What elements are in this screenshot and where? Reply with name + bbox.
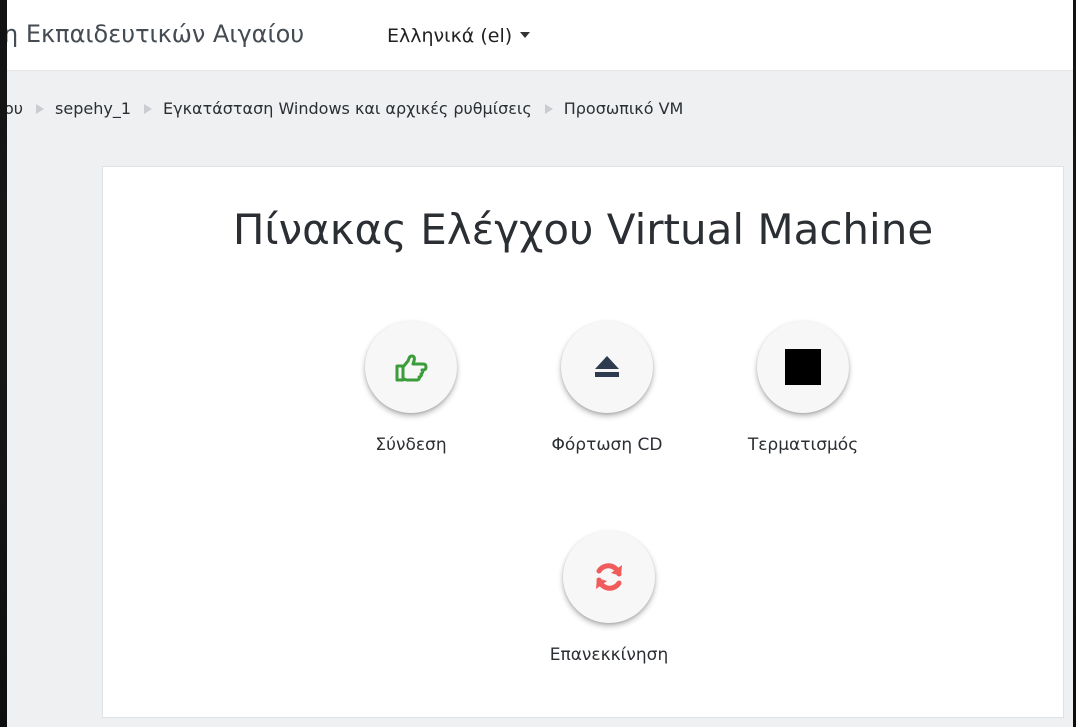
caret-down-icon	[520, 31, 531, 38]
load-cd-button[interactable]	[561, 321, 653, 413]
shutdown-label: Τερματισμός	[747, 435, 859, 455]
language-label: Ελληνικά (el)	[387, 25, 513, 47]
thumbs-up-icon	[395, 354, 428, 382]
breadcrumb-item-course[interactable]: sepehy_1	[55, 99, 131, 118]
load-cd-label: Φόρτωση CD	[551, 435, 663, 455]
shutdown-button[interactable]	[757, 321, 849, 413]
refresh-icon	[596, 563, 622, 591]
restart-control: Επανεκκίνηση	[529, 531, 689, 665]
breadcrumb-separator-icon	[544, 104, 553, 114]
breadcrumb-separator-icon	[36, 104, 45, 114]
language-dropdown[interactable]: Ελληνικά (el)	[387, 25, 531, 47]
page-title: Πίνακας Ελέγχου Virtual Machine	[232, 205, 934, 254]
breadcrumb: ου sepehy_1 Εγκατάσταση Windows και αρχικέ…	[7, 99, 683, 118]
site-name-link[interactable]: η Εκπαιδευτικών Αιγαίου	[7, 20, 304, 48]
connect-button[interactable]	[365, 321, 457, 413]
breadcrumb-item-section[interactable]: Εγκατάσταση Windows και αρχικές ρυθμίσει…	[163, 99, 532, 118]
load-cd-control: Φόρτωση CD	[527, 321, 687, 455]
breadcrumb-separator-icon	[144, 104, 153, 114]
shutdown-control: Τερματισμός	[723, 321, 883, 455]
stop-icon	[785, 349, 821, 385]
restart-label: Επανεκκίνηση	[549, 645, 669, 665]
vm-control-panel: Πίνακας Ελέγχου Virtual Machine Σύνδεση …	[102, 166, 1064, 718]
eject-icon	[595, 356, 619, 377]
connect-control: Σύνδεση	[331, 321, 491, 455]
restart-button[interactable]	[563, 531, 655, 623]
breadcrumb-item-home[interactable]: ου	[7, 99, 23, 118]
top-navbar: η Εκπαιδευτικών Αιγαίου Ελληνικά (el)	[7, 0, 1073, 71]
browser-viewport: η Εκπαιδευτικών Αιγαίου Ελληνικά (el) ου…	[7, 0, 1073, 727]
connect-label: Σύνδεση	[375, 435, 447, 455]
breadcrumb-item-current[interactable]: Προσωπικό VM	[564, 99, 684, 118]
